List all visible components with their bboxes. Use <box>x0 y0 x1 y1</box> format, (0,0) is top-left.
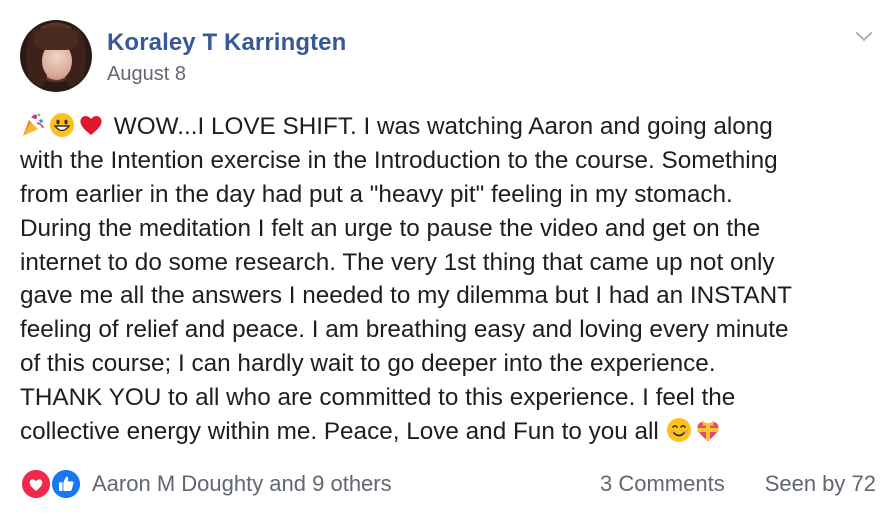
post-body-line: internet to do some research. The very 1… <box>20 248 775 276</box>
grinning-face-icon <box>50 113 74 137</box>
post-body-line: gave me all the answers I needed to my d… <box>20 282 793 310</box>
post-body-line: WOW...I LOVE SHIFT. I was watching Aaron… <box>20 110 880 144</box>
post-header: Koraley T Karringten August 8 <box>20 20 876 100</box>
post-body-line: THANK YOU to all who are committed to th… <box>20 384 736 412</box>
post-body-line: of this course; I can hardly wait to go … <box>20 350 716 378</box>
red-heart-icon <box>80 116 102 135</box>
like-reaction-icon <box>50 468 82 500</box>
post-body-line-text: collective energy within me. Peace, Love… <box>20 418 659 446</box>
author-name[interactable]: Koraley T Karringten <box>107 29 346 57</box>
post-body: WOW...I LOVE SHIFT. I was watching Aaron… <box>20 110 880 449</box>
comments-count[interactable]: 3 Comments <box>600 471 725 497</box>
love-reaction-icon <box>20 468 52 500</box>
post-card: Koraley T Karringten August 8 WOW...I LO… <box>0 0 896 518</box>
heart-with-ribbon-icon <box>697 420 719 442</box>
post-body-line: with the Intention exercise in the Intro… <box>20 146 778 174</box>
post-body-line-text: WOW...I LOVE SHIFT. I was watching Aaron… <box>113 113 773 140</box>
post-body-line: from earlier in the day had put a "heavy… <box>20 180 733 208</box>
post-footer: Aaron M Doughty and 9 others 3 Comments … <box>20 466 876 502</box>
chevron-down-icon[interactable] <box>852 24 876 48</box>
post-body-line: feeling of relief and peace. I am breath… <box>20 316 789 344</box>
post-body-line: During the meditation I felt an urge to … <box>20 214 761 242</box>
avatar-hair-bangs <box>34 26 78 50</box>
avatar[interactable] <box>20 20 92 92</box>
post-date[interactable]: August 8 <box>107 63 186 86</box>
reactor-names[interactable]: Aaron M Doughty and 9 others <box>92 471 392 497</box>
seen-by-count[interactable]: Seen by 72 <box>765 471 876 497</box>
party-popper-icon <box>23 113 44 136</box>
smiling-face-icon <box>666 418 691 443</box>
post-body-line: collective energy within me. Peace, Love… <box>20 415 880 449</box>
